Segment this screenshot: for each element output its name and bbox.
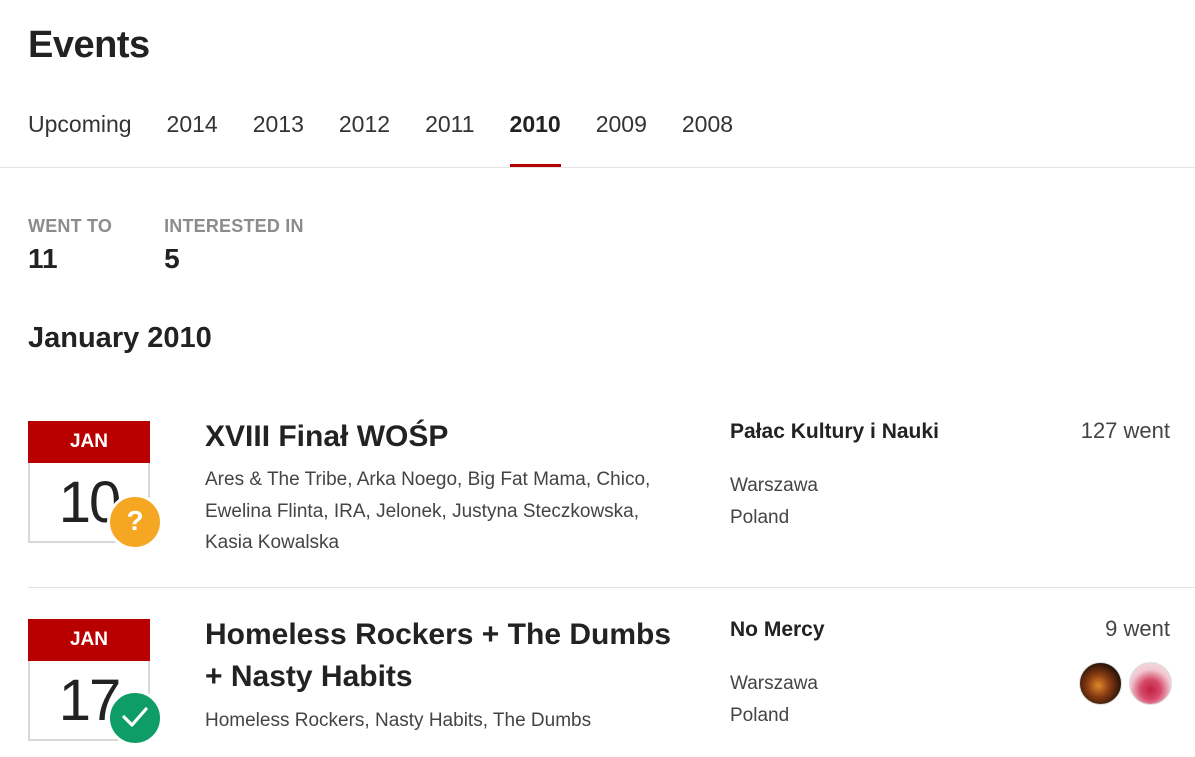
year-tabs: Upcoming 2014 2013 2012 2011 2010 2009 2… [28,100,1195,168]
attendance-count[interactable]: 127 went [1081,418,1170,444]
tab-2008[interactable]: 2008 [682,100,733,168]
page-title: Events [28,24,150,66]
tab-2013[interactable]: 2013 [253,100,304,168]
tab-2012[interactable]: 2012 [339,100,390,168]
stat-value: 11 [28,243,58,274]
event-item: JAN 17 Homeless Rockers + The Dumbs + Na… [28,610,1195,757]
month-heading: January 2010 [28,322,212,354]
tab-2009[interactable]: 2009 [596,100,647,168]
stat-went-to[interactable]: WENT TO 11 [28,216,112,275]
question-mark-icon[interactable]: ? [107,494,163,550]
event-lineup: Ares & The Tribe, Arka Noego, Big Fat Ma… [205,469,651,553]
event-title-link[interactable]: XVIII Finał WOŚP [205,416,695,458]
tab-2014[interactable]: 2014 [167,100,218,168]
venue-country: Poland [730,507,790,528]
attendance-count[interactable]: 9 went [1105,616,1170,642]
venue-city: Warszawa [730,475,818,496]
stat-label: INTERESTED IN [164,216,304,236]
stat-interested-in[interactable]: INTERESTED IN 5 [164,216,304,275]
tab-2010[interactable]: 2010 [509,100,561,168]
venue-country: Poland [730,705,790,726]
attendee-avatars [1072,662,1172,705]
event-title-link[interactable]: Homeless Rockers + The Dumbs + Nasty Hab… [205,614,695,698]
event-lineup: Homeless Rockers, Nasty Habits, The Dumb… [205,710,592,731]
venue-link[interactable]: Pałac Kultury i Nauki [730,420,939,444]
tab-upcoming[interactable]: Upcoming [28,100,132,168]
checkmark-icon-glyph [122,707,148,727]
stat-value: 5 [164,243,180,274]
venue-link[interactable]: No Mercy [730,618,825,642]
calendar-date: JAN 17 [28,619,163,746]
event-stats: WENT TO 11 INTERESTED IN 5 [28,216,356,275]
avatar[interactable] [1079,662,1122,705]
venue-city: Warszawa [730,673,818,694]
tab-2011[interactable]: 2011 [425,100,474,168]
calendar-date: JAN 10 ? [28,421,163,550]
avatar[interactable] [1129,662,1172,705]
stat-label: WENT TO [28,216,113,236]
event-item: JAN 10 ? XVIII Finał WOŚP Ares & The Tri… [28,412,1195,588]
calendar-month: JAN [28,619,150,661]
tabs-divider [0,167,1195,168]
checkmark-icon[interactable] [107,690,163,746]
calendar-month: JAN [28,421,150,463]
